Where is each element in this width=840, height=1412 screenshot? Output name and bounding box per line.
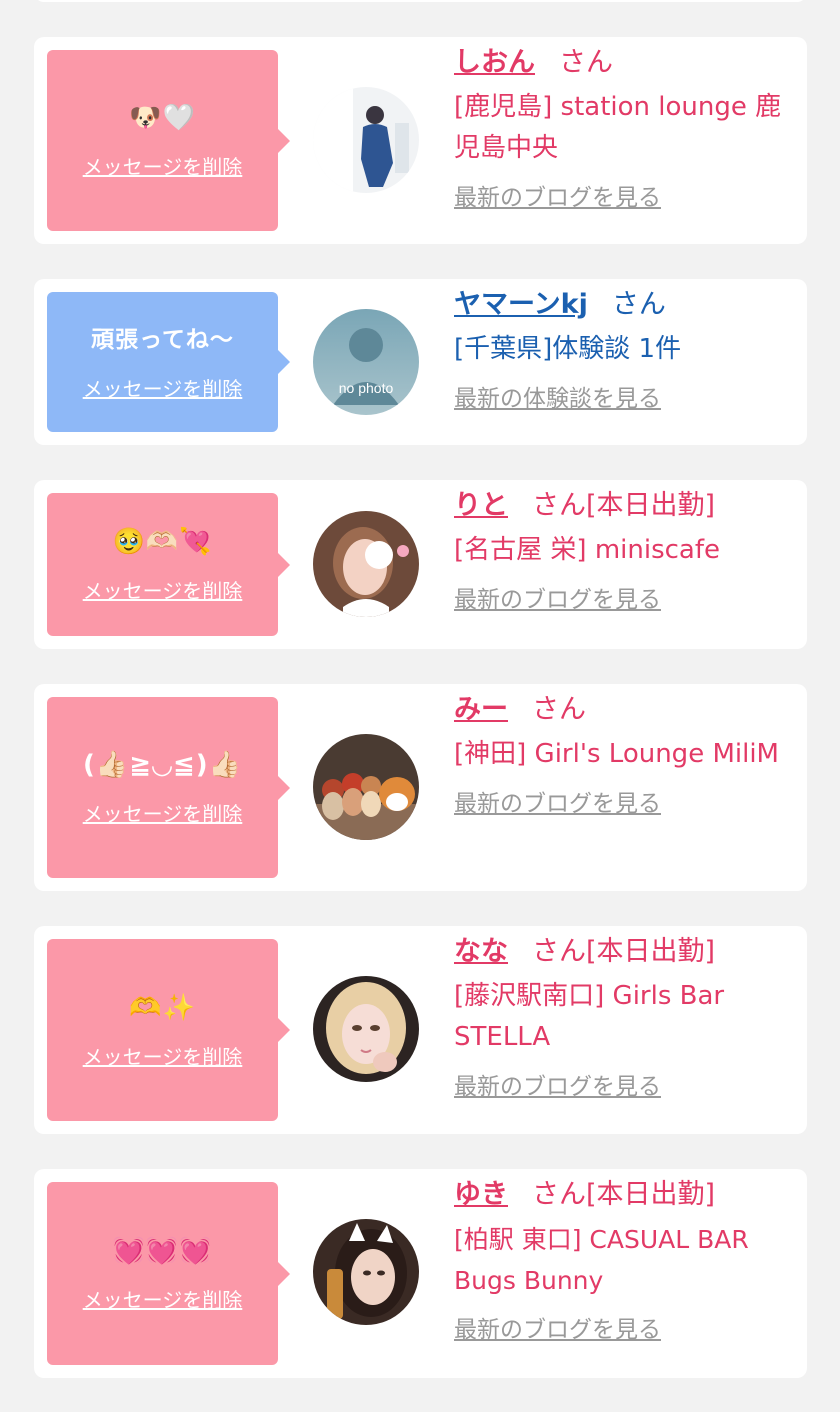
- message-bubble: 🥹🫶🏻💘 メッセージを削除: [47, 493, 290, 636]
- shop-name: [神田] Girl's Lounge MiliM: [454, 739, 779, 769]
- shop-name: [鹿児島] station lounge 鹿児島中央: [454, 92, 782, 163]
- delete-message-link[interactable]: メッセージを削除: [83, 373, 243, 402]
- user-name-link[interactable]: しおん: [454, 47, 535, 78]
- name-suffix: さん: [532, 694, 586, 725]
- avatar[interactable]: [313, 87, 419, 193]
- no-photo-text: no photo: [339, 380, 394, 396]
- avatar[interactable]: [313, 1219, 419, 1325]
- avatar[interactable]: no photo: [313, 309, 419, 415]
- delete-message-link[interactable]: メッセージを削除: [83, 575, 243, 604]
- message-card: 🐶🤍 メッセージを削除 しおん さん [鹿児島] station lounge 鹿…: [34, 37, 807, 244]
- latest-blog-link[interactable]: 最新のブログを見る: [454, 181, 795, 215]
- name-suffix: さん[本日出勤]: [532, 490, 716, 521]
- message-card: 💓💓💓 メッセージを削除 ゆき さん[本日出勤] [柏駅 東口] CASUAL B…: [34, 1169, 807, 1378]
- message-text: 🫶✨: [129, 992, 196, 1023]
- latest-review-link[interactable]: 最新の体験談を見る: [454, 382, 795, 416]
- message-text: 🥹🫶🏻💘: [112, 527, 213, 557]
- message-text: 🐶🤍: [129, 103, 196, 133]
- message-bubble: 🐶🤍 メッセージを削除: [47, 50, 290, 231]
- message-text: (👍🏻≧◡≦)👍🏻: [82, 750, 243, 780]
- user-name-link[interactable]: りと: [454, 490, 508, 521]
- user-name-link[interactable]: なな: [454, 936, 508, 967]
- name-suffix: さん: [559, 47, 613, 78]
- message-card: (👍🏻≧◡≦)👍🏻 メッセージを削除 みー さん [神田] Girl's Loun…: [34, 684, 807, 891]
- card-info: なな さん[本日出勤] [藤沢駅南口] Girls Bar STELLA 最新のブ…: [454, 932, 795, 1104]
- latest-blog-link[interactable]: 最新のブログを見る: [454, 1070, 795, 1104]
- message-card: 🫶✨ メッセージを削除 なな さん[本日出勤] [藤沢駅南口] Girls Bar…: [34, 926, 807, 1134]
- shop-name: [柏駅 東口] CASUAL BAR Bugs Bunny: [454, 1225, 749, 1295]
- latest-blog-link[interactable]: 最新のブログを見る: [454, 787, 795, 821]
- delete-message-link[interactable]: メッセージを削除: [83, 1284, 243, 1313]
- latest-blog-link[interactable]: 最新のブログを見る: [454, 583, 795, 617]
- delete-message-link[interactable]: メッセージを削除: [83, 1041, 243, 1070]
- card-info: りと さん[本日出勤] [名古屋 栄] miniscafe 最新のブログを見る: [454, 486, 795, 617]
- name-suffix: さん: [611, 289, 666, 320]
- message-text: 頑張ってね〜: [91, 326, 234, 353]
- user-name-link[interactable]: ヤマーンkj: [454, 289, 588, 320]
- message-card: 頑張ってね〜 メッセージを削除 no photo ヤマーンkj さん [千葉県]体…: [34, 279, 807, 445]
- user-name-link[interactable]: ゆき: [454, 1179, 508, 1210]
- review-count: [千葉県]体験談 1件: [454, 334, 682, 364]
- shop-name: [藤沢駅南口] Girls Bar STELLA: [454, 981, 725, 1052]
- message-card: 🥹🫶🏻💘 メッセージを削除 りと さん[本日出勤] [名古屋 栄] minisca…: [34, 480, 807, 649]
- latest-blog-link[interactable]: 最新のブログを見る: [454, 1313, 801, 1347]
- previous-card-edge: [34, 0, 807, 2]
- message-bubble: 💓💓💓 メッセージを削除: [47, 1182, 290, 1365]
- user-name-link[interactable]: みー: [454, 694, 508, 725]
- avatar[interactable]: [313, 734, 419, 840]
- message-text: 💓💓💓: [112, 1236, 213, 1266]
- shop-name: [名古屋 栄] miniscafe: [454, 535, 720, 565]
- name-suffix: さん[本日出勤]: [532, 936, 716, 967]
- delete-message-link[interactable]: メッセージを削除: [83, 151, 243, 180]
- message-bubble: 🫶✨ メッセージを削除: [47, 939, 290, 1121]
- card-info: しおん さん [鹿児島] station lounge 鹿児島中央 最新のブログを…: [454, 43, 795, 215]
- card-info: ヤマーンkj さん [千葉県]体験談 1件 最新の体験談を見る: [454, 285, 795, 416]
- message-bubble: 頑張ってね〜 メッセージを削除: [47, 292, 290, 432]
- avatar[interactable]: [313, 511, 419, 617]
- card-info: みー さん [神田] Girl's Lounge MiliM 最新のブログを見る: [454, 690, 795, 821]
- delete-message-link[interactable]: メッセージを削除: [83, 798, 243, 827]
- card-info: ゆき さん[本日出勤] [柏駅 東口] CASUAL BAR Bugs Bunny…: [454, 1175, 801, 1347]
- avatar[interactable]: [313, 976, 419, 1082]
- name-suffix: さん[本日出勤]: [532, 1179, 716, 1210]
- message-bubble: (👍🏻≧◡≦)👍🏻 メッセージを削除: [47, 697, 290, 878]
